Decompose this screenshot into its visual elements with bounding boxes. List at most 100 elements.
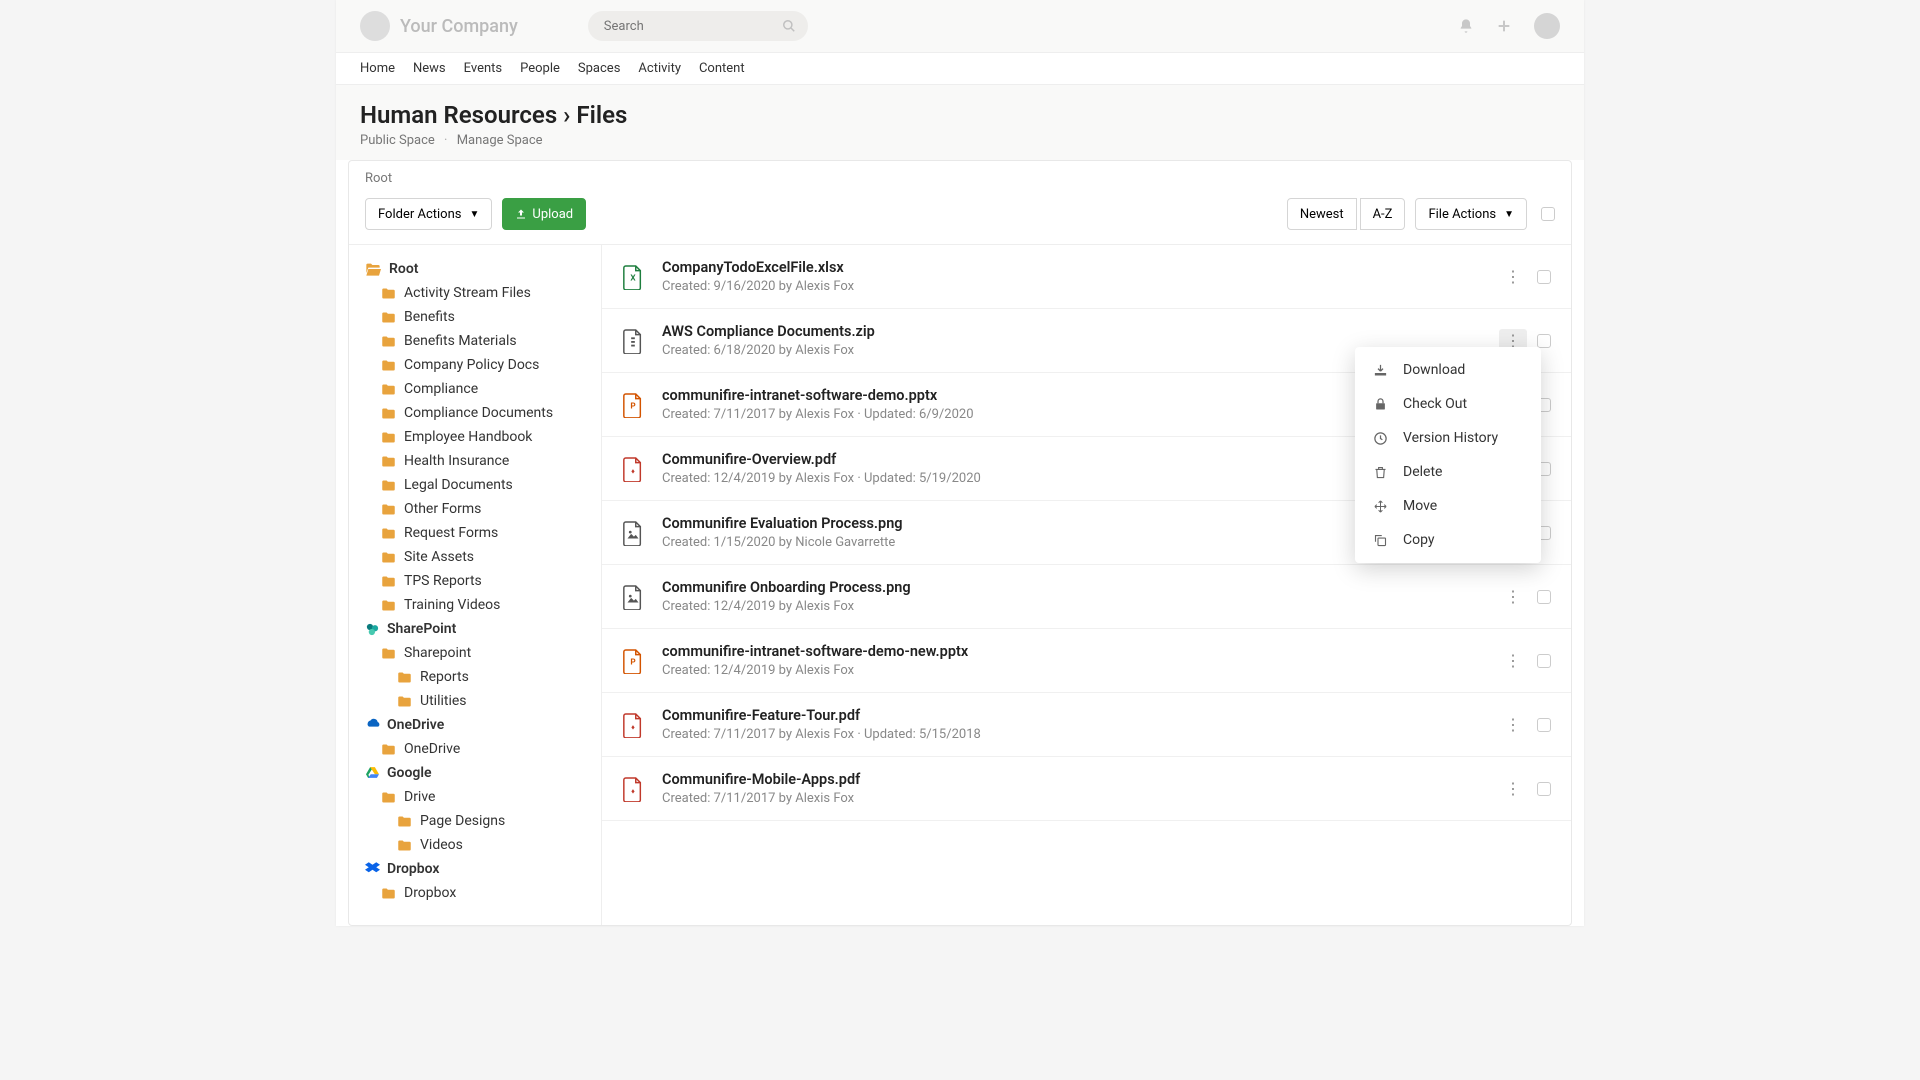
folder-icon xyxy=(381,431,396,444)
row-checkbox[interactable] xyxy=(1537,654,1551,668)
context-clock[interactable]: Version History xyxy=(1355,421,1541,455)
tree-service[interactable]: OneDrive xyxy=(349,713,601,737)
company-logo[interactable]: Your Company xyxy=(360,11,518,41)
service-label: SharePoint xyxy=(387,621,456,637)
tree-folder[interactable]: Request Forms xyxy=(349,521,601,545)
tree-folder[interactable]: Reports xyxy=(349,665,601,689)
file-name: Communifire-Feature-Tour.pdf xyxy=(662,707,1483,724)
kebab-icon[interactable]: ⋮ xyxy=(1499,777,1527,801)
newest-button[interactable]: Newest xyxy=(1287,198,1357,230)
file-meta: Created: 9/16/2020 by Alexis Fox xyxy=(662,279,1483,294)
tree-folder[interactable]: Benefits Materials xyxy=(349,329,601,353)
tree-folder[interactable]: OneDrive xyxy=(349,737,601,761)
folder-icon xyxy=(397,695,412,708)
file-actions-button[interactable]: File Actions▼ xyxy=(1415,198,1527,230)
content-wrap: Root Folder Actions▼ Upload Newest A-Z F… xyxy=(348,160,1572,926)
service-icon xyxy=(365,862,379,876)
tree-folder[interactable]: Other Forms xyxy=(349,497,601,521)
nav-bar: Home News Events People Spaces Activity … xyxy=(336,53,1584,85)
nav-spaces[interactable]: Spaces xyxy=(578,61,621,76)
select-all-checkbox[interactable] xyxy=(1541,207,1555,221)
tree-folder[interactable]: Utilities xyxy=(349,689,601,713)
tree-folder[interactable]: Videos xyxy=(349,833,601,857)
public-space-link[interactable]: Public Space xyxy=(360,133,435,148)
search-icon xyxy=(782,19,796,33)
file-row[interactable]: Pcommunifire-intranet-software-demo-new.… xyxy=(602,629,1571,693)
tree-folder[interactable]: TPS Reports xyxy=(349,569,601,593)
file-type-icon: ♦ xyxy=(622,456,646,482)
tree-folder[interactable]: Compliance Documents xyxy=(349,401,601,425)
tree-service[interactable]: SharePoint xyxy=(349,617,601,641)
folder-icon xyxy=(381,743,396,756)
nav-content[interactable]: Content xyxy=(699,61,745,76)
folder-label: Company Policy Docs xyxy=(404,357,539,373)
kebab-icon[interactable]: ⋮ xyxy=(1499,585,1527,609)
breadcrumb[interactable]: Root xyxy=(349,161,1571,192)
file-name: Communifire-Mobile-Apps.pdf xyxy=(662,771,1483,788)
tree-folder[interactable]: Drive xyxy=(349,785,601,809)
file-row[interactable]: ♦Communifire-Feature-Tour.pdfCreated: 7/… xyxy=(602,693,1571,757)
file-name: CompanyTodoExcelFile.xlsx xyxy=(662,259,1483,276)
row-checkbox[interactable] xyxy=(1537,334,1551,348)
file-row[interactable]: XCompanyTodoExcelFile.xlsxCreated: 9/16/… xyxy=(602,245,1571,309)
row-checkbox[interactable] xyxy=(1537,270,1551,284)
header-bar: Your Company xyxy=(336,0,1584,53)
file-meta: Created: 12/4/2019 by Alexis Fox xyxy=(662,599,1483,614)
tree-folder[interactable]: Company Policy Docs xyxy=(349,353,601,377)
context-download[interactable]: Download xyxy=(1355,353,1541,387)
context-label: Download xyxy=(1403,362,1465,378)
search-input[interactable] xyxy=(588,11,808,41)
nav-activity[interactable]: Activity xyxy=(638,61,681,76)
chevron-down-icon: ▼ xyxy=(1504,209,1514,220)
kebab-icon[interactable]: ⋮ xyxy=(1499,649,1527,673)
tree-folder[interactable]: Legal Documents xyxy=(349,473,601,497)
kebab-icon[interactable]: ⋮ xyxy=(1499,713,1527,737)
folder-label: Benefits Materials xyxy=(404,333,517,349)
row-checkbox[interactable] xyxy=(1537,782,1551,796)
nav-people[interactable]: People xyxy=(520,61,560,76)
context-lock[interactable]: Check Out xyxy=(1355,387,1541,421)
context-trash[interactable]: Delete xyxy=(1355,455,1541,489)
file-type-icon: P xyxy=(622,392,646,418)
folder-actions-button[interactable]: Folder Actions▼ xyxy=(365,198,492,230)
tree-folder[interactable]: Dropbox xyxy=(349,881,601,905)
toolbar-right: Newest A-Z File Actions▼ xyxy=(1287,198,1555,230)
tree-service[interactable]: Google xyxy=(349,761,601,785)
context-copy[interactable]: Copy xyxy=(1355,523,1541,557)
folder-label: Compliance xyxy=(404,381,478,397)
file-row[interactable]: Communifire Onboarding Process.pngCreate… xyxy=(602,565,1571,629)
nav-news[interactable]: News xyxy=(413,61,446,76)
tree-root[interactable]: Root xyxy=(349,257,601,281)
nav-events[interactable]: Events xyxy=(464,61,502,76)
tree-folder[interactable]: Page Designs xyxy=(349,809,601,833)
upload-icon xyxy=(515,208,527,220)
context-move[interactable]: Move xyxy=(1355,489,1541,523)
tree-folder[interactable]: Employee Handbook xyxy=(349,425,601,449)
bell-icon[interactable] xyxy=(1458,18,1474,34)
file-info: communifire-intranet-software-demo-new.p… xyxy=(662,643,1483,678)
kebab-icon[interactable]: ⋮ xyxy=(1499,265,1527,289)
page-header: Human Resources › Files Public Space · M… xyxy=(336,85,1584,160)
file-row[interactable]: AWS Compliance Documents.zipCreated: 6/1… xyxy=(602,309,1571,373)
row-checkbox[interactable] xyxy=(1537,590,1551,604)
plus-icon[interactable] xyxy=(1496,18,1512,34)
svg-text:P: P xyxy=(630,401,635,411)
tree-folder[interactable]: Site Assets xyxy=(349,545,601,569)
upload-button[interactable]: Upload xyxy=(502,198,586,230)
row-checkbox[interactable] xyxy=(1537,718,1551,732)
tree-folder[interactable]: Benefits xyxy=(349,305,601,329)
user-avatar-icon[interactable] xyxy=(1534,13,1560,39)
folder-label: OneDrive xyxy=(404,741,460,757)
tree-folder[interactable]: Training Videos xyxy=(349,593,601,617)
tree-folder[interactable]: Sharepoint xyxy=(349,641,601,665)
file-type-icon: P xyxy=(622,648,646,674)
file-row[interactable]: ♦Communifire-Mobile-Apps.pdfCreated: 7/1… xyxy=(602,757,1571,821)
nav-home[interactable]: Home xyxy=(360,61,395,76)
tree-folder[interactable]: Compliance xyxy=(349,377,601,401)
tree-folder[interactable]: Activity Stream Files xyxy=(349,281,601,305)
manage-space-link[interactable]: Manage Space xyxy=(457,133,543,148)
tree-service[interactable]: Dropbox xyxy=(349,857,601,881)
tree-folder[interactable]: Health Insurance xyxy=(349,449,601,473)
az-button[interactable]: A-Z xyxy=(1360,198,1406,230)
folder-icon xyxy=(381,455,396,468)
